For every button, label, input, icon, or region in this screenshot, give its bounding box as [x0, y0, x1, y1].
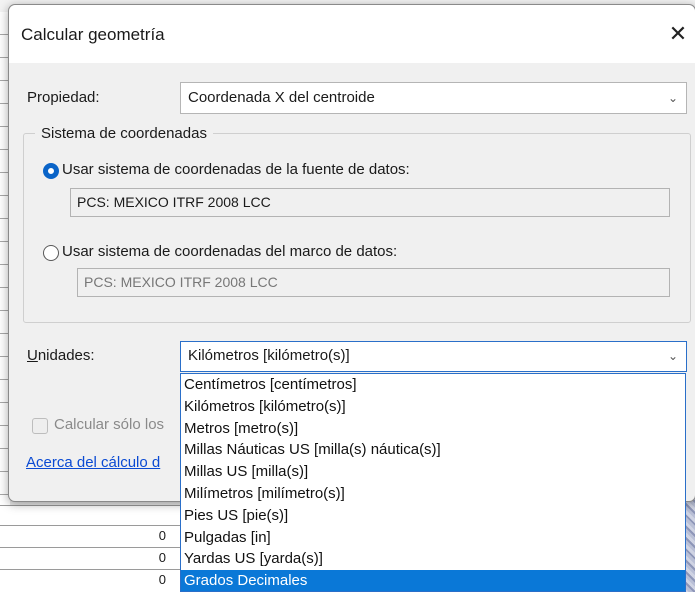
- units-label-rest: nidades:: [37, 347, 95, 364]
- table-row: 0: [0, 569, 180, 590]
- list-item[interactable]: Metros [metro(s)]: [181, 418, 685, 440]
- radio-data-frame-label[interactable]: Usar sistema de coordenadas del marco de…: [62, 243, 397, 260]
- radio-data-source-coordinate-system[interactable]: [43, 163, 59, 179]
- title-bar[interactable]: Calcular geometría ✕: [9, 5, 695, 63]
- list-item[interactable]: Kilómetros [kilómetro(s)]: [181, 396, 685, 418]
- about-calculation-link[interactable]: Acerca del cálculo d: [26, 454, 160, 471]
- table-row: 0: [0, 547, 180, 568]
- list-item[interactable]: Millas Náuticas US [milla(s) náutica(s)]: [181, 439, 685, 461]
- list-item[interactable]: Pulgadas [in]: [181, 527, 685, 549]
- table-cell: 0: [158, 572, 166, 587]
- close-button[interactable]: ✕: [665, 19, 691, 49]
- property-combobox[interactable]: Coordenada X del centroide ⌄: [180, 82, 687, 114]
- radio-data-frame-coordinate-system[interactable]: [43, 245, 59, 261]
- selected-only-checkbox[interactable]: [32, 418, 48, 434]
- list-item[interactable]: Milímetros [milímetro(s)]: [181, 483, 685, 505]
- dialog-title: Calcular geometría: [21, 25, 165, 44]
- units-label-mnemonic: U: [27, 347, 38, 364]
- data-frame-coordinate-system-field: PCS: MEXICO ITRF 2008 LCC: [77, 268, 670, 297]
- units-label: Unidades:: [27, 347, 95, 364]
- chevron-down-icon: ⌄: [667, 91, 678, 105]
- radio-data-source-label[interactable]: Usar sistema de coordenadas de la fuente…: [62, 161, 410, 178]
- property-value: Coordenada X del centroide: [188, 89, 375, 106]
- units-dropdown-list[interactable]: Centímetros [centímetros] Kilómetros [ki…: [180, 373, 686, 592]
- coordinate-system-group-label: Sistema de coordenadas: [35, 125, 213, 142]
- list-item[interactable]: Pies US [pie(s)]: [181, 505, 685, 527]
- table-cell: 0: [158, 528, 166, 543]
- list-item[interactable]: Millas US [milla(s)]: [181, 461, 685, 483]
- table-row: 0: [0, 525, 180, 546]
- selected-only-label: Calcular sólo los: [54, 416, 165, 433]
- units-value: Kilómetros [kilómetro(s)]: [188, 347, 350, 364]
- list-item[interactable]: Yardas US [yarda(s)]: [181, 548, 685, 570]
- list-item[interactable]: Centímetros [centímetros]: [181, 374, 685, 396]
- units-combobox[interactable]: Kilómetros [kilómetro(s)] ⌄: [180, 341, 687, 372]
- close-icon: ✕: [668, 21, 688, 46]
- table-cell: 0: [158, 550, 166, 565]
- property-label: Propiedad:: [27, 89, 100, 106]
- chevron-down-icon: ⌄: [667, 349, 678, 363]
- list-item-highlighted[interactable]: Grados Decimales: [181, 570, 685, 591]
- data-source-coordinate-system-field: PCS: MEXICO ITRF 2008 LCC: [70, 188, 670, 217]
- table-row: [0, 505, 180, 526]
- background-attribute-table: 0 0 0: [0, 505, 180, 592]
